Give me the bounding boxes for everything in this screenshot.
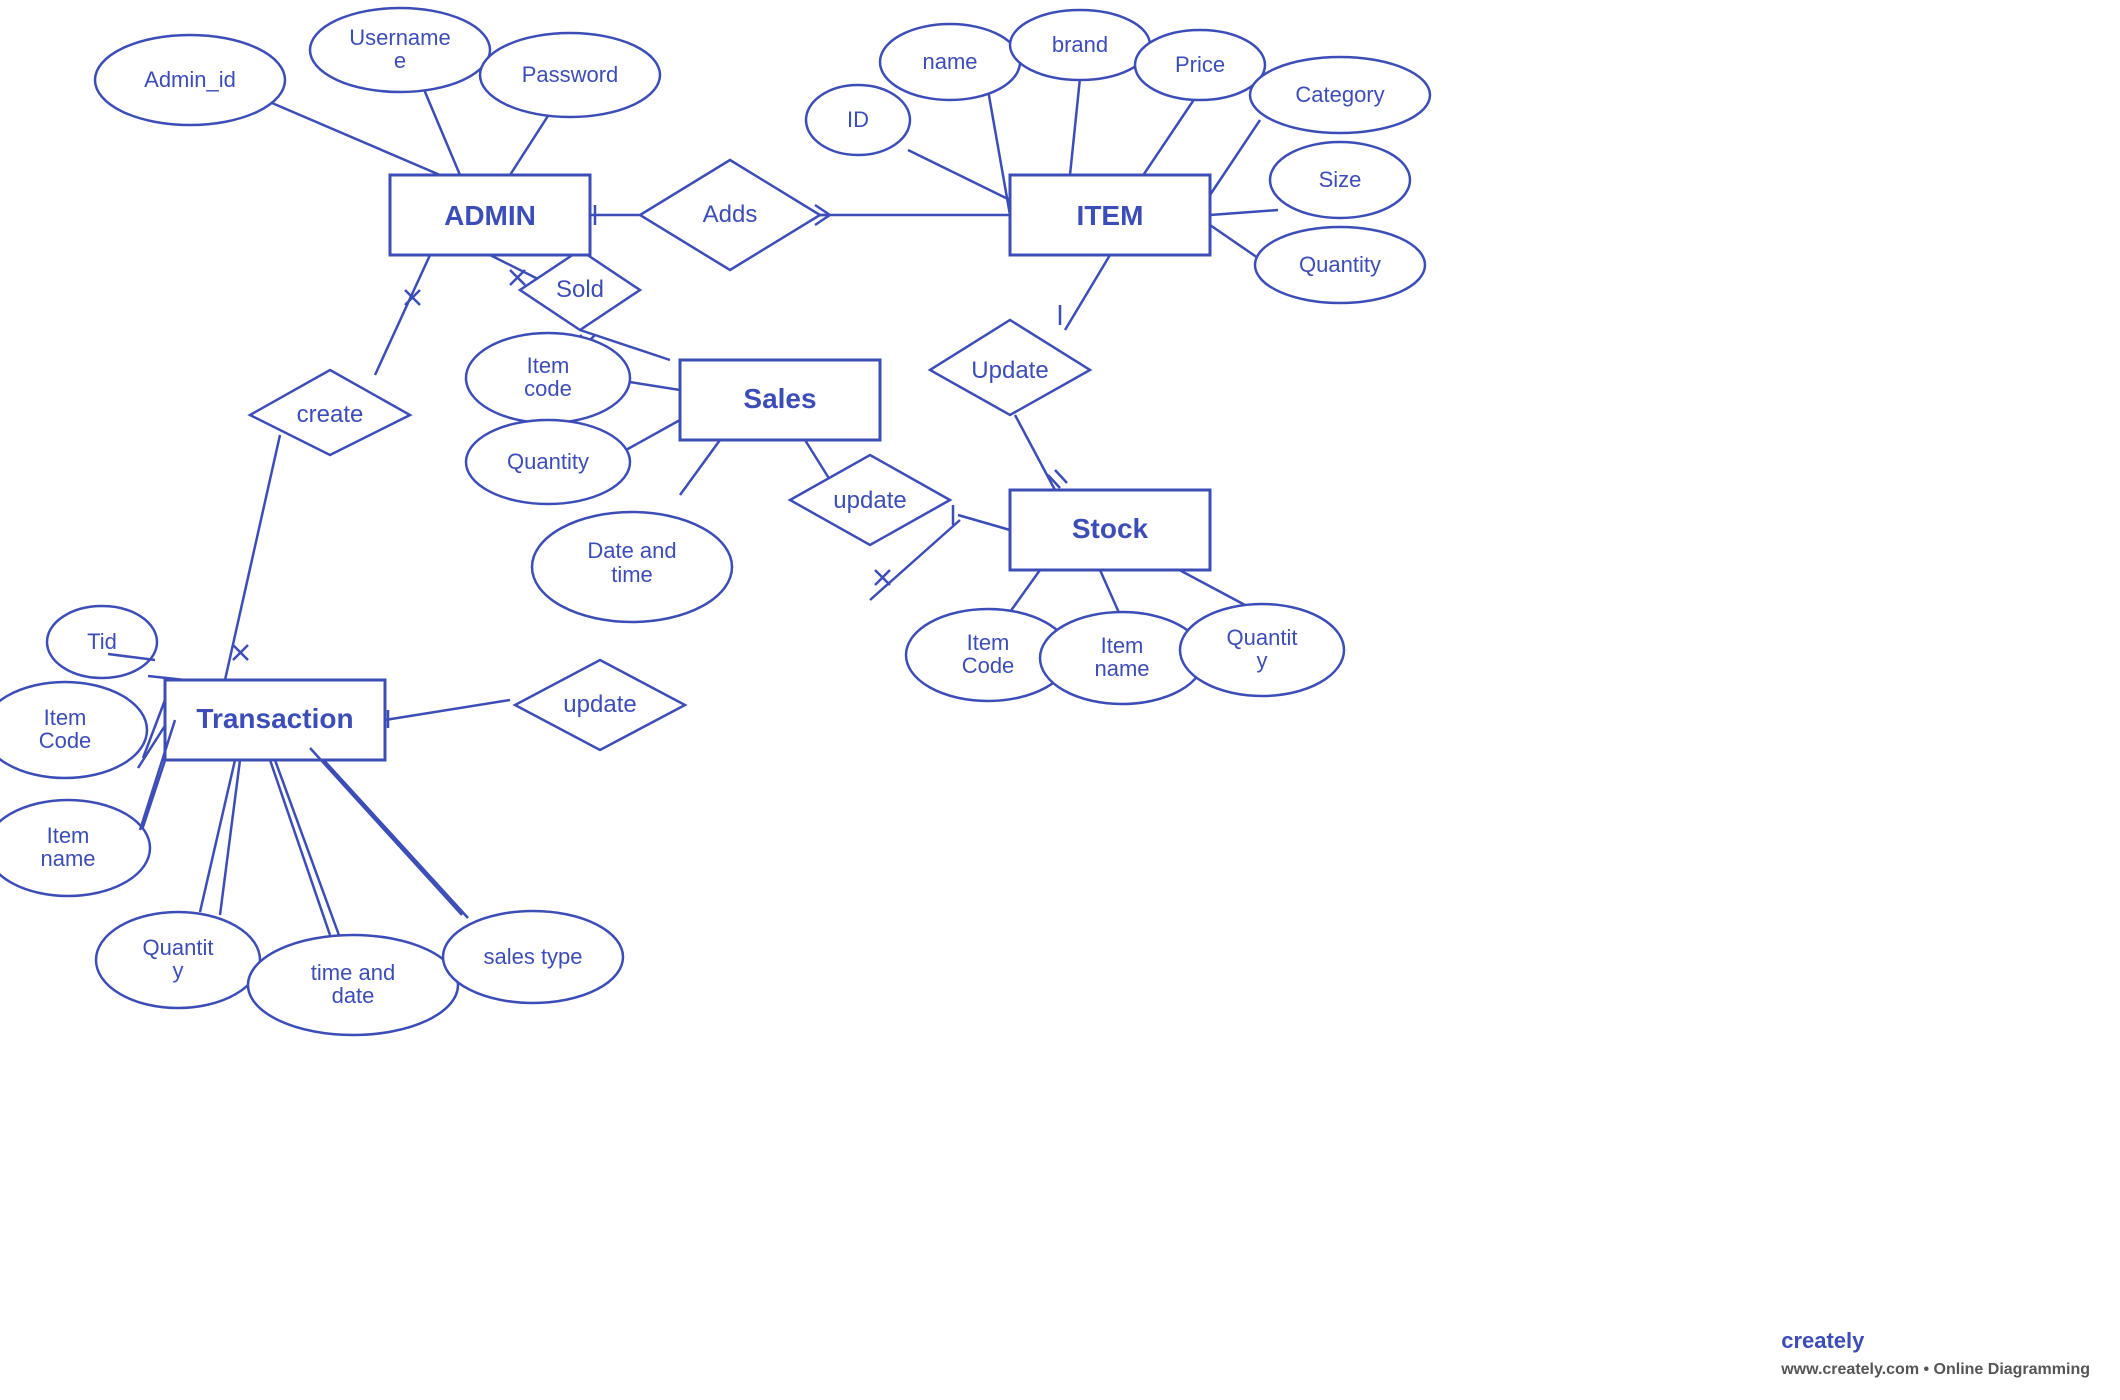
trans-itemname-label2: name bbox=[40, 846, 95, 871]
stock-itemname-label2: name bbox=[1094, 656, 1149, 681]
admin-id-label: Admin_id bbox=[144, 67, 236, 92]
username-label1: Username bbox=[349, 25, 450, 50]
stock-label: Stock bbox=[1072, 513, 1149, 544]
trans-timedate-label1: time and bbox=[311, 960, 395, 985]
item-label: ITEM bbox=[1077, 200, 1144, 231]
username-label2: e bbox=[394, 48, 406, 73]
update-stock-trans-label: update bbox=[563, 691, 636, 718]
sales-itemcode-label1: Item bbox=[527, 353, 570, 378]
item-brand-label: brand bbox=[1052, 32, 1108, 57]
sales-datetime-label1: Date and bbox=[587, 538, 676, 563]
stock-itemname-label1: Item bbox=[1101, 633, 1144, 658]
watermark-sub: www.creately.com • Online Diagramming bbox=[1781, 1361, 2090, 1378]
trans-itemname-label1: Item bbox=[47, 823, 90, 848]
stock-itemcode-label1: Item bbox=[967, 630, 1010, 655]
diagram-canvas: Adds Sold create Update update update AD… bbox=[0, 0, 2120, 1400]
trans-salestype-label: sales type bbox=[483, 944, 582, 969]
trans-tid-label: Tid bbox=[87, 629, 117, 654]
trans-itemcode-label2: Code bbox=[39, 728, 92, 753]
trans-timedate-label2: date bbox=[332, 983, 375, 1008]
password-label: Password bbox=[522, 62, 619, 87]
sales-datetime-label2: time bbox=[611, 562, 653, 587]
trans-quantity-label1: Quantit bbox=[143, 935, 214, 960]
item-size-label: Size bbox=[1319, 167, 1362, 192]
sales-quantity-label: Quantity bbox=[507, 449, 589, 474]
item-category-label: Category bbox=[1295, 82, 1384, 107]
sales-label: Sales bbox=[743, 383, 816, 414]
sold-label: Sold bbox=[556, 276, 604, 303]
transaction-label: Transaction bbox=[196, 703, 353, 734]
stock-quantity-label2: y bbox=[1257, 648, 1268, 673]
update-item-stock-label: Update bbox=[971, 357, 1048, 384]
update-sales-stock-label: update bbox=[833, 487, 906, 514]
adds-label: Adds bbox=[703, 201, 758, 228]
admin-label: ADMIN bbox=[444, 200, 536, 231]
er-diagram-svg: Adds Sold create Update update update AD… bbox=[0, 0, 2120, 1400]
trans-itemcode-label1: Item bbox=[44, 705, 87, 730]
stock-itemcode-label2: Code bbox=[962, 653, 1015, 678]
stock-quantity-label1: Quantit bbox=[1227, 625, 1298, 650]
watermark: creately www.creately.com • Online Diagr… bbox=[1781, 1328, 2090, 1380]
trans-quantity-label2: y bbox=[173, 958, 184, 983]
create-label: create bbox=[297, 401, 364, 428]
item-name-label: name bbox=[922, 49, 977, 74]
sales-itemcode-label2: code bbox=[524, 376, 572, 401]
item-quantity-label: Quantity bbox=[1299, 252, 1381, 277]
item-price-label: Price bbox=[1175, 52, 1225, 77]
watermark-brand: creately bbox=[1781, 1328, 1864, 1353]
item-id-label: ID bbox=[847, 107, 869, 132]
